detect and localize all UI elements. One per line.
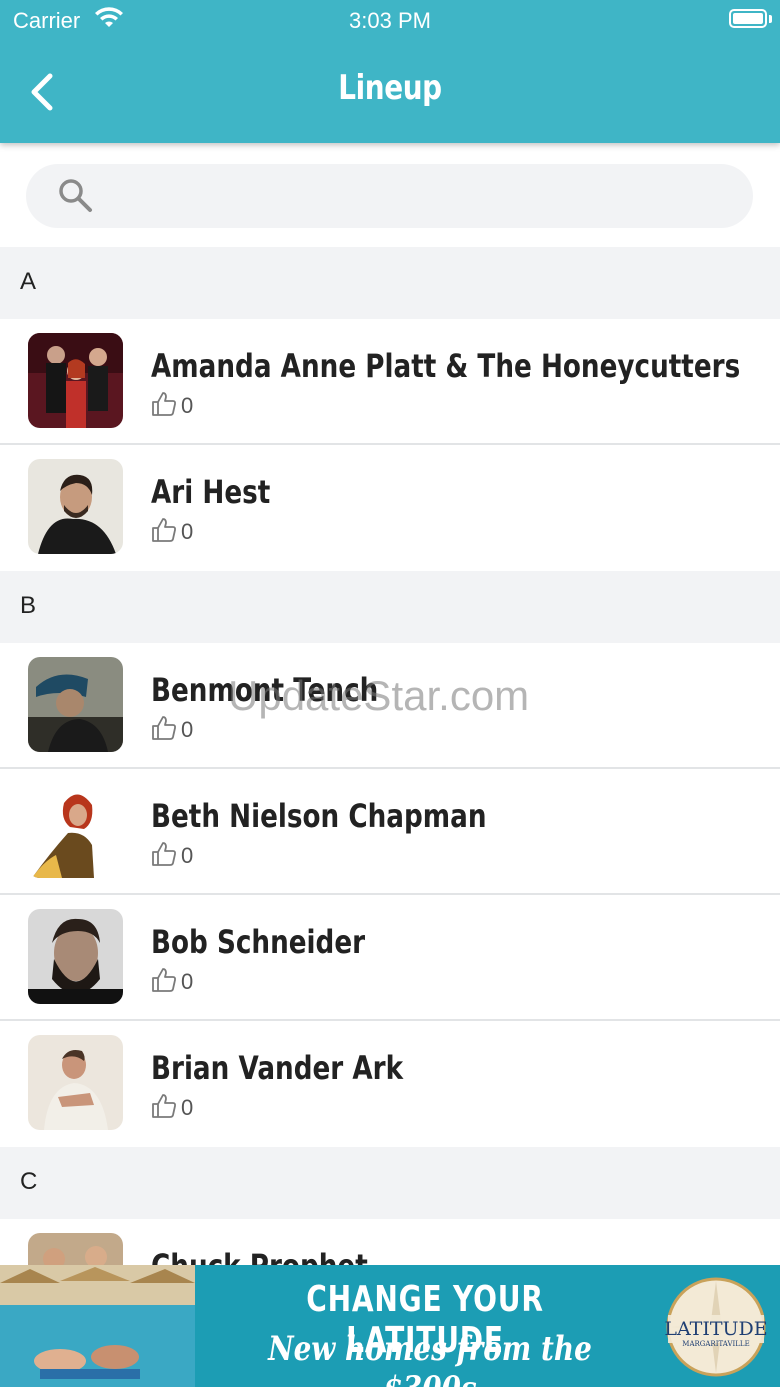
- artist-name: Ari Hest: [151, 473, 271, 511]
- artist-name: Brian Vander Ark: [151, 1049, 404, 1087]
- artist-row[interactable]: Bob Schneider 0: [0, 895, 780, 1021]
- section-header-b: B: [0, 571, 780, 643]
- artist-photo: [28, 333, 123, 428]
- search-input[interactable]: [118, 164, 722, 230]
- artist-photo: [28, 657, 123, 752]
- artist-row[interactable]: Amanda Anne Platt & The Honeycutters 0: [0, 319, 780, 445]
- lineup-list: A Amanda Anne Platt & The Honeycutters 0…: [0, 247, 780, 1345]
- thumbs-up-icon: [152, 842, 176, 866]
- artist-row[interactable]: Ari Hest 0: [0, 445, 780, 571]
- artist-name: Bob Schneider: [151, 923, 366, 961]
- artist-name: Amanda Anne Platt & The Honeycutters: [151, 347, 741, 385]
- search-field[interactable]: [26, 164, 753, 230]
- section-letter: A: [20, 268, 37, 295]
- section-letter: C: [20, 1168, 38, 1195]
- artist-name: Beth Nielson Chapman: [151, 797, 487, 835]
- thumbs-up-icon: [152, 392, 176, 416]
- ad-banner[interactable]: CHANGE YOUR LATITUDE New homes from the …: [0, 1265, 780, 1387]
- ad-photo: [0, 1265, 195, 1387]
- page-title: Lineup: [338, 68, 442, 108]
- search-bar-container: [0, 143, 780, 247]
- like-count-value: 0: [181, 519, 194, 544]
- like-count-value: 0: [181, 969, 194, 994]
- like-count-value: 0: [181, 717, 194, 742]
- search-icon: [59, 179, 92, 212]
- clock: 3:03 PM: [349, 8, 431, 33]
- section-header-c: C: [0, 1147, 780, 1219]
- battery-tip: [769, 15, 772, 23]
- status-bar: Carrier 3:03 PM: [0, 0, 780, 40]
- thumbs-up-icon: [152, 968, 176, 992]
- artist-photo: [28, 459, 123, 554]
- latitude-margaritaville-logo: LATITUDEMARGARITAVILLE: [664, 1277, 768, 1377]
- like-count-value: 0: [181, 1095, 194, 1120]
- like-count-value: 0: [181, 843, 194, 868]
- artist-row[interactable]: Beth Nielson Chapman 0: [0, 769, 780, 895]
- logo-wordmark: LATITUDE: [664, 1318, 767, 1340]
- section-header-a: A: [0, 247, 780, 319]
- thumbs-up-icon: [152, 1094, 176, 1118]
- watermark: UpdateStar.com: [228, 672, 530, 719]
- app-header: Carrier 3:03 PM Lineup: [0, 0, 780, 143]
- artist-photo: [28, 1035, 123, 1130]
- battery-icon: [729, 9, 767, 28]
- artist-photo: [28, 783, 123, 878]
- section-letter: B: [20, 592, 37, 619]
- like-count-value: 0: [181, 393, 194, 418]
- ad-subline: New homes from the $300s: [268, 1329, 592, 1387]
- back-chevron-icon[interactable]: [26, 70, 62, 114]
- thumbs-up-icon: [152, 518, 176, 542]
- logo-subtext: MARGARITAVILLE: [682, 1340, 749, 1348]
- artist-row[interactable]: Brian Vander Ark 0: [0, 1021, 780, 1147]
- thumbs-up-icon: [152, 716, 176, 740]
- artist-photo: [28, 909, 123, 1004]
